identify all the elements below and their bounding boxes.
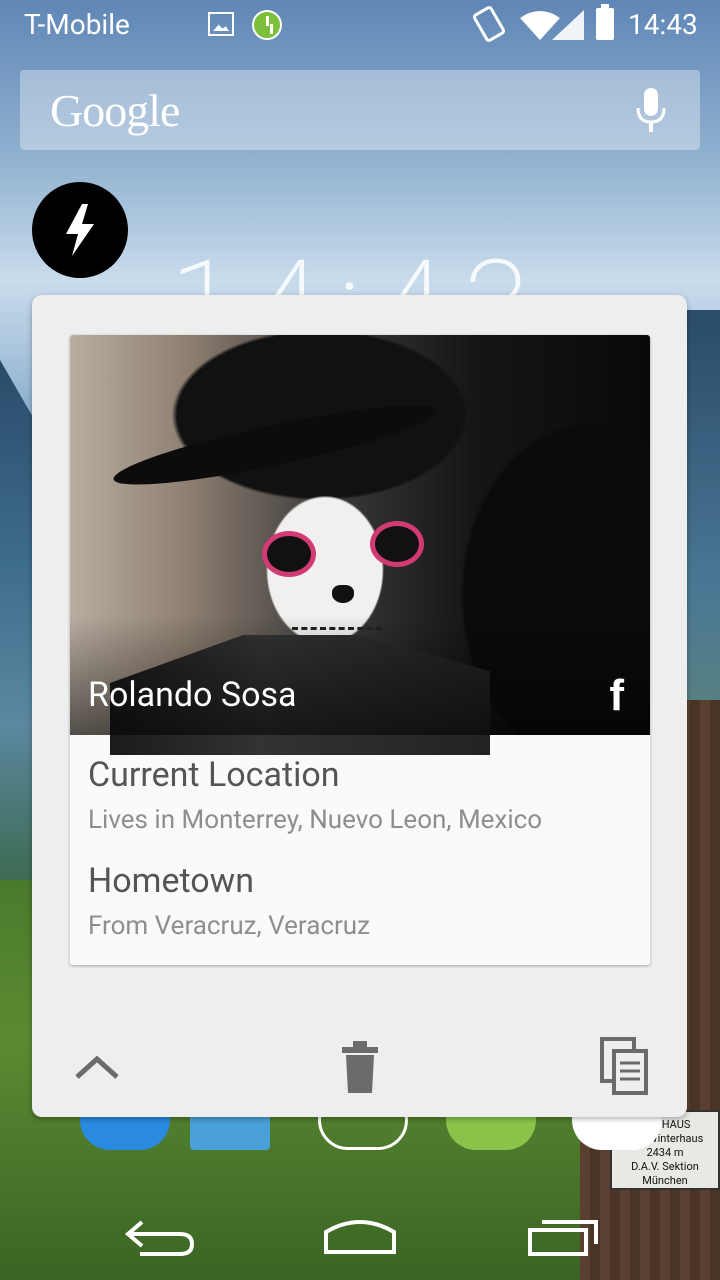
contact-name: Rolando Sosa: [88, 675, 297, 715]
field-title: Hometown: [88, 861, 254, 901]
field-value: Lives in Monterrey, Nuevo Leon, Mexico: [88, 805, 543, 835]
copy-icon[interactable]: [600, 1037, 650, 1097]
image-notification-icon: [208, 12, 234, 36]
sign-line: D.A.V. Sektion München: [631, 1160, 699, 1187]
field-value: From Veracruz, Veracruz: [88, 911, 371, 941]
photo-nose: [332, 585, 354, 603]
field-group: Hometown From Veracruz, Veracruz: [88, 861, 632, 941]
now-on-tap-panel: Rolando Sosa f Current Location Lives in…: [32, 295, 687, 1117]
mic-icon[interactable]: [634, 88, 668, 134]
trash-icon[interactable]: [340, 1039, 380, 1095]
recent-apps-icon[interactable]: [524, 1212, 604, 1258]
contact-photo: Rolando Sosa f: [70, 335, 650, 755]
wifi-icon: [520, 11, 560, 40]
navigation-bar: [0, 1190, 720, 1280]
lightning-icon: [66, 204, 94, 256]
photo-hat: [109, 391, 441, 499]
field-title: Current Location: [88, 755, 340, 795]
rotation-icon: [471, 4, 507, 44]
contact-info: Current Location Lives in Monterrey, Nue…: [88, 755, 632, 941]
clock-notification-icon: [252, 10, 282, 40]
google-logo: Google: [50, 85, 180, 136]
panel-actions: [32, 1017, 687, 1117]
back-icon[interactable]: [120, 1210, 200, 1260]
photo-eye: [370, 521, 424, 567]
now-on-tap-button[interactable]: [32, 182, 128, 278]
battery-icon: [596, 4, 614, 40]
status-time: 14:43: [628, 8, 698, 41]
status-bar: T-Mobile 14:43: [0, 0, 720, 50]
carrier-name: T-Mobile: [24, 8, 130, 41]
contact-card[interactable]: Rolando Sosa f Current Location Lives in…: [70, 335, 650, 965]
photo-eye: [262, 531, 316, 577]
google-search-bar[interactable]: Google: [20, 70, 700, 150]
chevron-up-icon[interactable]: [72, 1047, 122, 1087]
facebook-icon[interactable]: f: [609, 671, 624, 721]
home-icon[interactable]: [320, 1212, 400, 1258]
